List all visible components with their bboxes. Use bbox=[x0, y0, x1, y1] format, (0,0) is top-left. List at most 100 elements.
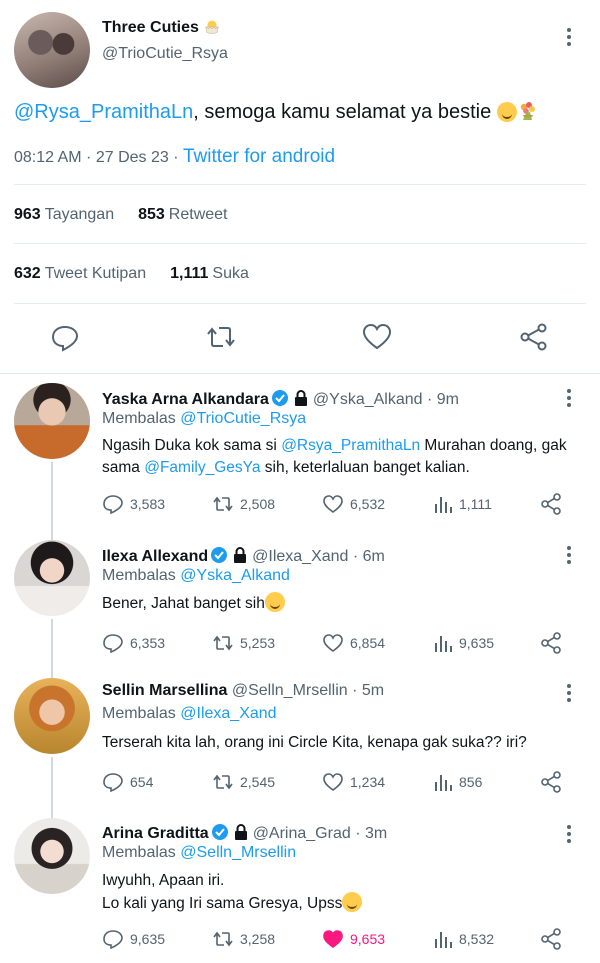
reply-views-button[interactable]: 1,111 bbox=[433, 492, 492, 516]
tweet-timestamp[interactable]: 08:12 AM · 27 Des 23 · bbox=[14, 149, 183, 166]
replying-to-link[interactable]: @Selln_Mrsellin bbox=[180, 844, 296, 861]
reply-icon bbox=[103, 634, 123, 654]
verified-badge-icon bbox=[211, 824, 228, 840]
thread-line bbox=[51, 670, 53, 678]
replying-to-link[interactable]: @Ilexa_Xand bbox=[180, 705, 276, 722]
comment-count: 654 bbox=[130, 774, 154, 790]
retweets-label[interactable]: Retweet bbox=[169, 206, 228, 223]
more-options-icon[interactable] bbox=[566, 546, 572, 567]
reply-time[interactable]: · 5m bbox=[348, 682, 384, 699]
mention-link[interactable]: @Rysa_PramithaLn bbox=[14, 101, 193, 123]
reply-author-name[interactable]: Sellin Marsellina bbox=[102, 682, 227, 699]
more-options-icon[interactable] bbox=[566, 28, 572, 49]
more-options-icon[interactable] bbox=[566, 389, 572, 410]
reply-author-name[interactable]: Arina Graditta bbox=[102, 825, 209, 842]
replying-to-link[interactable]: @Yska_Alkand bbox=[180, 567, 290, 584]
retweet-icon bbox=[213, 931, 233, 947]
share-icon[interactable] bbox=[519, 322, 549, 352]
reply-author-handle[interactable]: @Arina_Grad bbox=[253, 825, 351, 842]
share-icon[interactable] bbox=[540, 631, 562, 655]
reply-like-button[interactable]: 6,532 bbox=[322, 492, 385, 516]
reply-tweet[interactable]: Sellin Marsellina @Selln_Mrsellin · 5m M… bbox=[0, 670, 600, 810]
more-options-icon[interactable] bbox=[566, 684, 572, 705]
reply-time[interactable]: · 6m bbox=[348, 548, 385, 565]
reply-text: Terserah kita lah, orang ini Circle Kita… bbox=[102, 734, 527, 751]
likes-label[interactable]: Suka bbox=[212, 265, 248, 282]
reply-views-button[interactable]: 8,532 bbox=[433, 927, 494, 951]
reply-comment-button[interactable]: 6,353 bbox=[102, 631, 165, 655]
author-avatar[interactable] bbox=[14, 12, 90, 88]
mention-link[interactable]: @Family_GesYa bbox=[144, 459, 260, 476]
like-count: 1,234 bbox=[350, 774, 386, 790]
liked-heart-icon bbox=[323, 930, 343, 948]
views-count: 1,111 bbox=[459, 496, 492, 512]
retweet-count: 2,545 bbox=[240, 774, 276, 790]
reply-avatar[interactable] bbox=[14, 540, 90, 616]
stats-row-quotes-likes: 632 Tweet Kutipan 1,111 Suka bbox=[14, 265, 273, 283]
share-icon[interactable] bbox=[540, 927, 562, 951]
verified-badge-icon bbox=[271, 390, 288, 406]
like-icon[interactable] bbox=[362, 322, 392, 352]
reply-retweet-button[interactable]: 5,253 bbox=[212, 631, 275, 655]
share-icon[interactable] bbox=[540, 492, 562, 516]
comment-count: 9,635 bbox=[130, 931, 166, 947]
reply-tweet[interactable]: Yaska Arna Alkandara @Yska_Alkand · 9m Me… bbox=[0, 374, 600, 522]
quotes-label[interactable]: Tweet Kutipan bbox=[45, 265, 146, 282]
reply-like-button[interactable]: 9,653 bbox=[322, 927, 385, 951]
share-icon[interactable] bbox=[540, 770, 562, 794]
author-handle[interactable]: @TrioCutie_Rsya bbox=[102, 45, 228, 63]
reply-icon bbox=[103, 773, 123, 793]
author-name[interactable]: Three Cuties bbox=[102, 17, 221, 37]
reply-avatar[interactable] bbox=[14, 383, 90, 459]
reply-retweet-button[interactable]: 3,258 bbox=[212, 927, 275, 951]
retweet-icon[interactable] bbox=[206, 322, 236, 352]
reply-time[interactable]: · 3m bbox=[351, 825, 387, 842]
more-options-icon[interactable] bbox=[566, 825, 572, 846]
reply-comment-button[interactable]: 9,635 bbox=[102, 927, 165, 951]
tweet-source[interactable]: Twitter for android bbox=[183, 146, 335, 167]
likes-count[interactable]: 1,111 bbox=[170, 265, 208, 282]
lock-icon bbox=[234, 547, 247, 563]
reply-like-button[interactable]: 6,854 bbox=[322, 631, 385, 655]
replying-to: Membalas @Selln_Mrsellin bbox=[102, 844, 297, 861]
reply-comment-button[interactable]: 3,583 bbox=[102, 492, 165, 516]
views-icon bbox=[435, 636, 452, 652]
views-icon bbox=[435, 932, 452, 948]
reply-author-name[interactable]: Ilexa Allexand bbox=[102, 548, 208, 565]
reply-time[interactable]: · 9m bbox=[423, 391, 459, 408]
thread-line bbox=[51, 757, 53, 810]
retweet-icon bbox=[213, 774, 233, 790]
verified-badge-icon bbox=[211, 547, 228, 563]
quotes-count[interactable]: 632 bbox=[14, 265, 41, 282]
retweets-count[interactable]: 853 bbox=[138, 206, 165, 223]
reply-avatar[interactable] bbox=[14, 678, 90, 754]
thread-line bbox=[51, 462, 53, 522]
mention-link[interactable]: @Rsya_PramithaLn bbox=[281, 437, 420, 454]
reply-avatar[interactable] bbox=[14, 818, 90, 894]
thread-line bbox=[51, 810, 53, 818]
reply-retweet-button[interactable]: 2,508 bbox=[212, 492, 275, 516]
tweet-actions bbox=[0, 322, 600, 356]
reply-icon[interactable] bbox=[50, 322, 80, 352]
reply-author-handle[interactable]: @Selln_Mrsellin bbox=[232, 682, 348, 699]
reply-tweet[interactable]: Ilexa Allexand @Ilexa_Xand · 6m Membalas … bbox=[0, 522, 600, 670]
reply-actions: 6,353 5,253 6,854 9,635 bbox=[102, 631, 572, 655]
reply-header: Arina Graditta @Arina_Grad · 3m bbox=[102, 823, 387, 843]
reply-author-handle[interactable]: @Ilexa_Xand bbox=[252, 548, 348, 565]
reply-tweet[interactable]: Arina Graditta @Arina_Grad · 3m Membalas … bbox=[0, 810, 600, 963]
reply-author-handle[interactable]: @Yska_Alkand bbox=[313, 391, 423, 408]
views-label: Tayangan bbox=[44, 206, 115, 223]
reply-comment-button[interactable]: 654 bbox=[102, 770, 153, 794]
reply-like-button[interactable]: 1,234 bbox=[322, 770, 385, 794]
reply-views-button[interactable]: 9,635 bbox=[433, 631, 494, 655]
reply-actions: 3,583 2,508 6,532 1,111 bbox=[102, 492, 572, 516]
thread-line bbox=[51, 522, 53, 540]
reply-author-name[interactable]: Yaska Arna Alkandara bbox=[102, 391, 269, 408]
divider bbox=[14, 303, 586, 304]
reply-retweet-button[interactable]: 2,545 bbox=[212, 770, 275, 794]
replying-to: Membalas @TrioCutie_Rsya bbox=[102, 410, 307, 427]
reply-views-button[interactable]: 856 bbox=[433, 770, 482, 794]
reply-icon bbox=[103, 930, 123, 950]
views-count: 963 bbox=[14, 206, 41, 223]
replying-to-link[interactable]: @TrioCutie_Rsya bbox=[180, 410, 306, 427]
